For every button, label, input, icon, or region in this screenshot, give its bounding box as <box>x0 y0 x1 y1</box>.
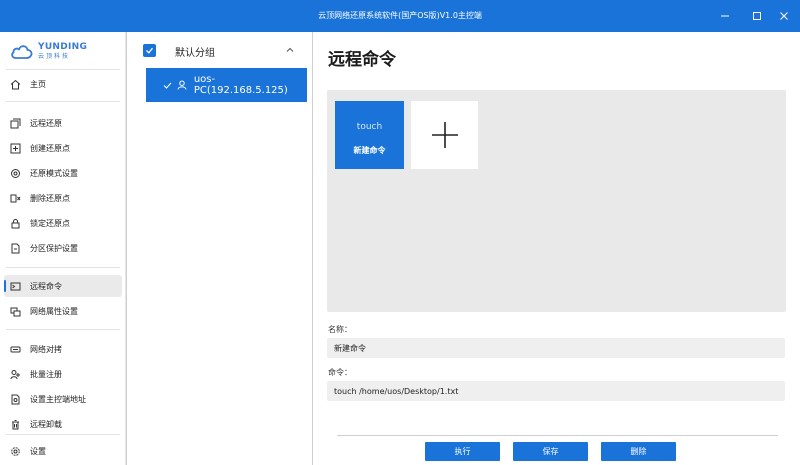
home-icon <box>9 78 21 90</box>
close-button[interactable] <box>776 8 792 24</box>
sidebar-divider <box>6 329 120 330</box>
group-label: 默认分组 <box>175 48 215 59</box>
sidebar-item-label: 创建还原点 <box>30 143 70 153</box>
close-icon <box>780 12 788 20</box>
group-row[interactable]: 默认分组 <box>127 40 312 62</box>
sidebar-divider <box>6 434 120 435</box>
uninstall-icon <box>9 418 21 430</box>
sidebar-item-label: 还原模式设置 <box>30 168 78 178</box>
title-bar: 云顶网络还原系统软件(国产OS版)V1.0主控端 <box>0 0 800 32</box>
logo: YUNDING 云顶科技 <box>10 39 87 63</box>
sidebar-item-label: 网络对拷 <box>30 344 62 354</box>
chevron-up-icon <box>286 47 294 52</box>
sidebar-item-label: 远程还原 <box>30 118 62 128</box>
sidebar-item-mode-settings[interactable]: 还原模式设置 <box>4 162 122 184</box>
sidebar-item-label: 批量注册 <box>30 369 62 379</box>
save-button[interactable]: 保存 <box>513 442 588 461</box>
delete-point-icon <box>9 192 21 204</box>
maximize-button[interactable] <box>749 8 765 24</box>
name-label: 名称： <box>328 325 352 334</box>
sidebar-item-settings[interactable]: 设置 <box>4 440 122 462</box>
lock-icon <box>9 217 21 229</box>
sidebar-item-network-settings[interactable]: 网络属性设置 <box>4 300 122 322</box>
command-card[interactable]: touch 新建命令 <box>335 101 404 169</box>
logo-title: YUNDING <box>38 41 88 52</box>
sidebar-item-batch-register[interactable]: 批量注册 <box>4 363 122 385</box>
sidebar-divider <box>6 69 120 70</box>
execute-button[interactable]: 执行 <box>425 442 500 461</box>
command-field[interactable]: touch /home/uos/Desktop/1.txt <box>327 381 785 401</box>
command-preview: touch <box>356 122 383 132</box>
sidebar-item-network-copy[interactable]: 网络对拷 <box>4 338 122 360</box>
add-command-button[interactable] <box>411 101 478 169</box>
command-label: 命令： <box>328 368 352 377</box>
sidebar-item-partition[interactable]: 分区保护设置 <box>4 237 122 259</box>
minimize-button[interactable] <box>717 8 733 24</box>
sidebar-item-label: 主页 <box>30 79 46 89</box>
sidebar-item-label: 远程卸载 <box>30 419 62 429</box>
window-title: 云顶网络还原系统软件(国产OS版)V1.0主控端 <box>318 11 482 20</box>
sidebar-item-uninstall[interactable]: 远程卸载 <box>4 413 122 435</box>
sidebar: YUNDING 云顶科技 主页 远程还原 创建还原点 还原模式设置 删除还原点 … <box>0 32 126 465</box>
network-copy-icon <box>9 343 21 355</box>
sidebar-item-delete-point[interactable]: 删除还原点 <box>4 187 122 209</box>
check-icon <box>163 81 173 90</box>
name-field[interactable]: 新建命令 <box>327 338 785 358</box>
sidebar-item-home[interactable]: 主页 <box>4 73 122 95</box>
sidebar-divider <box>6 267 120 268</box>
check-icon <box>146 47 154 54</box>
sidebar-item-label: 设置 <box>30 446 46 456</box>
group-checkbox[interactable] <box>143 44 156 57</box>
group-collapse-toggle[interactable] <box>283 43 297 57</box>
sidebar-item-label: 删除还原点 <box>30 193 70 203</box>
name-value: 新建命令 <box>334 343 366 353</box>
create-point-icon <box>9 142 21 154</box>
cloud-logo-icon <box>11 45 33 59</box>
pc-name: uos-PC(192.168.5.125) <box>193 74 288 96</box>
minimize-icon <box>721 15 729 17</box>
sidebar-item-label: 分区保护设置 <box>30 243 78 253</box>
command-name: 新建命令 <box>353 146 386 155</box>
sidebar-item-remote-command[interactable]: 远程命令 <box>4 275 122 297</box>
sidebar-item-lock-point[interactable]: 锁定还原点 <box>4 212 122 234</box>
partition-icon <box>9 242 21 254</box>
sidebar-item-create-point[interactable]: 创建还原点 <box>4 137 122 159</box>
restore-icon <box>9 117 21 129</box>
delete-button[interactable]: 删除 <box>601 442 676 461</box>
network-settings-icon <box>9 305 21 317</box>
sidebar-item-label: 远程命令 <box>30 281 62 291</box>
master-address-icon <box>9 393 21 405</box>
action-divider <box>337 435 778 436</box>
plus-icon <box>431 122 458 148</box>
mode-settings-icon <box>9 167 21 179</box>
page-title: 远程命令 <box>328 50 396 70</box>
batch-register-icon <box>9 368 21 380</box>
pc-item[interactable]: uos-PC(192.168.5.125) <box>146 68 307 102</box>
terminal-icon <box>9 280 21 292</box>
user-icon <box>177 80 187 90</box>
logo-subtitle: 云顶科技 <box>38 52 71 60</box>
sidebar-item-master-address[interactable]: 设置主控端地址 <box>4 388 122 410</box>
sidebar-item-remote-restore[interactable]: 远程还原 <box>4 112 122 134</box>
main-panel: 远程命令 touch 新建命令 名称： 新建命令 命令： touch /home… <box>314 32 800 465</box>
sidebar-item-label: 网络属性设置 <box>30 306 78 316</box>
sidebar-item-label: 设置主控端地址 <box>30 394 86 404</box>
sidebar-item-label: 锁定还原点 <box>30 218 70 228</box>
maximize-icon <box>753 12 761 20</box>
device-tree: 默认分组 uos-PC(192.168.5.125) <box>126 32 313 465</box>
command-value: touch /home/uos/Desktop/1.txt <box>334 386 459 396</box>
gear-icon <box>9 445 21 457</box>
command-list: touch 新建命令 <box>327 90 786 312</box>
sidebar-divider <box>6 101 120 102</box>
